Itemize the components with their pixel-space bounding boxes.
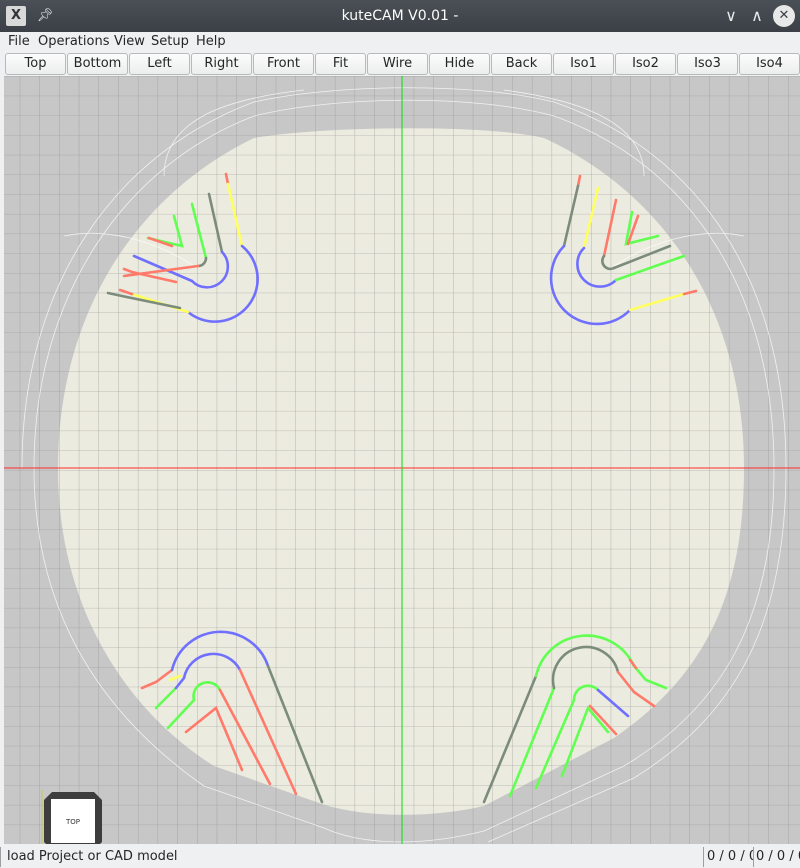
iso3-view-button[interactable]: Iso3 bbox=[677, 53, 738, 75]
right-view-button[interactable]: Right bbox=[191, 53, 252, 75]
menu-help[interactable]: Help bbox=[196, 32, 226, 52]
menu-file[interactable]: File bbox=[8, 32, 30, 52]
cad-viewport[interactable]: TOP bbox=[4, 76, 800, 844]
fit-button[interactable]: Fit bbox=[315, 53, 366, 75]
pin-icon[interactable]: 📌︎ bbox=[36, 0, 54, 32]
viewport-canvas[interactable] bbox=[4, 76, 800, 844]
view-toolbar: Top Bottom Left Right Front Fit Wire Hid… bbox=[0, 52, 800, 76]
minimize-icon[interactable]: ∨ bbox=[719, 0, 743, 32]
status-bar: load Project or CAD model 0 / 0 / 0 0 / … bbox=[0, 844, 800, 868]
iso2-view-button[interactable]: Iso2 bbox=[615, 53, 676, 75]
close-icon[interactable]: ✕ bbox=[773, 5, 795, 27]
iso4-view-button[interactable]: Iso4 bbox=[739, 53, 800, 75]
menu-bar: File Operations View Setup Help bbox=[0, 32, 800, 52]
maximize-icon[interactable]: ∧ bbox=[745, 0, 769, 32]
menu-operations[interactable]: Operations bbox=[38, 32, 109, 52]
back-view-button[interactable]: Back bbox=[491, 53, 552, 75]
title-bar: kuteCAM V0.01 - X 📌︎ ∨ ∧ ✕ bbox=[0, 0, 800, 32]
iso1-view-button[interactable]: Iso1 bbox=[553, 53, 614, 75]
view-cube-label: TOP bbox=[65, 818, 80, 826]
top-view-button[interactable]: Top bbox=[5, 53, 66, 75]
hide-button[interactable]: Hide bbox=[429, 53, 490, 75]
app-icon[interactable]: X bbox=[6, 6, 26, 26]
view-cube[interactable]: TOP bbox=[38, 786, 128, 844]
status-message: load Project or CAD model bbox=[0, 847, 640, 867]
wire-button[interactable]: Wire bbox=[367, 53, 428, 75]
front-view-button[interactable]: Front bbox=[253, 53, 314, 75]
window-title: kuteCAM V0.01 - bbox=[341, 8, 459, 24]
coordinates-readout-2: 0 / 0 / 0 bbox=[753, 847, 800, 867]
left-view-button[interactable]: Left bbox=[129, 53, 190, 75]
menu-view[interactable]: View bbox=[114, 32, 145, 52]
bottom-view-button[interactable]: Bottom bbox=[67, 53, 128, 75]
coordinates-readout-1: 0 / 0 / 0 bbox=[703, 847, 753, 867]
menu-setup[interactable]: Setup bbox=[151, 32, 189, 52]
